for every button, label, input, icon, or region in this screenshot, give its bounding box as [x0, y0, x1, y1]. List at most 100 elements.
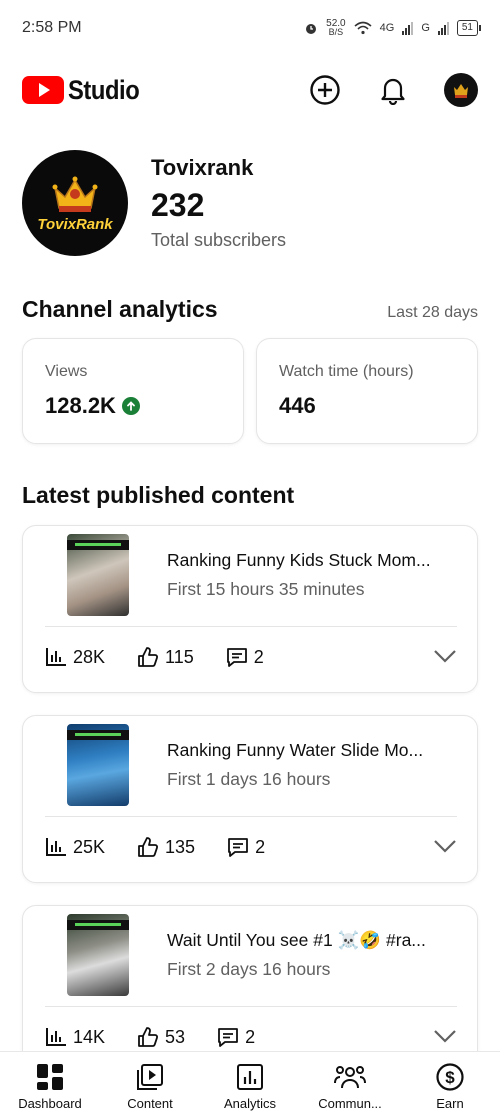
thumbs-up-icon: [138, 837, 159, 857]
earn-icon: $: [436, 1063, 464, 1091]
views-count: 14K: [73, 1026, 106, 1047]
video-stats: 25K 135 2: [45, 836, 457, 858]
trend-up-icon: [121, 397, 140, 415]
expand-button[interactable]: [433, 1027, 457, 1048]
account-avatar[interactable]: [444, 73, 478, 107]
channel-avatar[interactable]: TovixRank: [22, 150, 128, 256]
studio-logo[interactable]: Studio: [22, 75, 149, 106]
views-chart-icon: [46, 1028, 66, 1046]
nav-community[interactable]: Commun...: [300, 1052, 400, 1119]
community-icon: [334, 1066, 366, 1089]
status-icons: 52.0 B/S 4G G 51: [304, 18, 482, 37]
signal-icon: [402, 21, 414, 35]
nav-label: Commun...: [318, 1096, 382, 1111]
youtube-logo-icon: [22, 76, 64, 104]
alarm-icon: [306, 24, 317, 34]
comment-icon: [228, 838, 248, 857]
views-chart-icon: [46, 648, 66, 666]
notifications-button[interactable]: [376, 73, 410, 107]
network-type-1: 4G: [379, 22, 395, 34]
analytics-title: Channel analytics: [22, 296, 218, 322]
video-title: Wait Until You see #1 ☠️🤣 #ra...: [167, 930, 426, 950]
video-period: First 15 hours 35 minutes: [167, 579, 365, 599]
video-stats: 28K 115 2: [45, 646, 457, 668]
views-chart-icon: [46, 838, 66, 856]
chevron-down-icon: [434, 649, 456, 663]
latest-header: Latest published content: [22, 482, 478, 509]
video-card[interactable]: Ranking Funny Kids Stuck Mom... First 15…: [22, 525, 478, 693]
comment-icon: [226, 648, 247, 667]
video-thumbnail[interactable]: [67, 914, 129, 996]
comments-count: 2: [245, 1026, 256, 1047]
video-card[interactable]: Ranking Funny Water Slide Mo... First 1 …: [22, 715, 478, 883]
divider: [45, 1006, 457, 1007]
views-card[interactable]: Views 128.2K: [22, 338, 244, 444]
status-time: 2:58 PM: [22, 19, 82, 36]
expand-button[interactable]: [433, 837, 457, 858]
analytics-period: Last 28 days: [387, 304, 478, 321]
nav-label: Content: [127, 1096, 173, 1111]
svg-text:$: $: [445, 1068, 455, 1087]
wifi-icon: [354, 21, 372, 35]
status-bar: 2:58 PM 52.0 B/S 4G G 51: [0, 0, 500, 56]
likes-count: 53: [165, 1026, 186, 1047]
app-bar: Studio: [0, 62, 500, 118]
bottom-navigation: Dashboard Content Analytics Commun... $ …: [0, 1051, 500, 1119]
nav-label: Earn: [436, 1096, 464, 1111]
bell-icon: [381, 78, 405, 105]
nav-dashboard[interactable]: Dashboard: [0, 1052, 100, 1119]
stat-label: Views: [45, 363, 88, 380]
video-period: First 1 days 16 hours: [167, 769, 331, 789]
app-name: Studio: [68, 74, 140, 105]
views-count: 25K: [73, 836, 106, 857]
views-value: 128.2K: [45, 393, 116, 418]
latest-title: Latest published content: [22, 482, 295, 508]
comments-count: 2: [255, 836, 266, 857]
analytics-icon: [237, 1064, 263, 1090]
signal-icon-2: [437, 21, 449, 35]
subscriber-count: 232: [151, 187, 205, 223]
divider: [45, 626, 457, 627]
crown-icon: [52, 176, 98, 212]
expand-button[interactable]: [433, 647, 457, 668]
video-period: First 2 days 16 hours: [167, 959, 331, 979]
channel-logo-icon: [454, 84, 468, 98]
network-type-2: G: [421, 22, 430, 34]
video-thumbnail[interactable]: [67, 534, 129, 616]
chevron-down-icon: [434, 839, 456, 853]
analytics-header: Channel analytics Last 28 days: [22, 296, 478, 323]
video-thumbnail[interactable]: [67, 724, 129, 806]
stat-label: Watch time (hours): [279, 363, 414, 380]
net-speed: 52.0 B/S: [326, 18, 346, 37]
nav-label: Dashboard: [18, 1096, 82, 1111]
thumbs-up-icon: [138, 647, 159, 667]
nav-earn[interactable]: $ Earn: [400, 1052, 500, 1119]
comment-icon: [218, 1028, 238, 1047]
channel-name: Tovixrank: [151, 155, 254, 180]
dashboard-icon: [37, 1064, 63, 1090]
watch-time-value: 446: [279, 393, 316, 418]
video-stats: 14K 53 2: [45, 1026, 457, 1048]
create-button[interactable]: [308, 73, 342, 107]
video-title: Ranking Funny Water Slide Mo...: [167, 740, 424, 760]
video-card[interactable]: Wait Until You see #1 ☠️🤣 #ra... First 2…: [22, 905, 478, 1073]
nav-label: Analytics: [223, 1096, 277, 1111]
plus-circle-icon: [310, 75, 340, 105]
nav-analytics[interactable]: Analytics: [200, 1052, 300, 1119]
nav-content[interactable]: Content: [100, 1052, 200, 1119]
battery-indicator: 51: [456, 20, 482, 36]
likes-count: 135: [165, 836, 196, 857]
content-icon: [137, 1064, 163, 1090]
thumbs-up-icon: [138, 1027, 159, 1047]
video-title: Ranking Funny Kids Stuck Mom...: [167, 550, 431, 570]
views-count: 28K: [73, 646, 106, 667]
analytics-cards: Views 128.2K Watch time (hours) 446: [22, 338, 478, 444]
subscriber-label: Total subscribers: [151, 230, 287, 250]
channel-avatar-text: TovixRank: [37, 215, 113, 233]
channel-summary: TovixRank Tovixrank 232 Total subscriber…: [22, 150, 286, 256]
watch-time-card[interactable]: Watch time (hours) 446: [256, 338, 478, 444]
comments-count: 2: [253, 646, 264, 667]
divider: [45, 816, 457, 817]
likes-count: 115: [165, 646, 194, 667]
chevron-down-icon: [434, 1029, 456, 1043]
